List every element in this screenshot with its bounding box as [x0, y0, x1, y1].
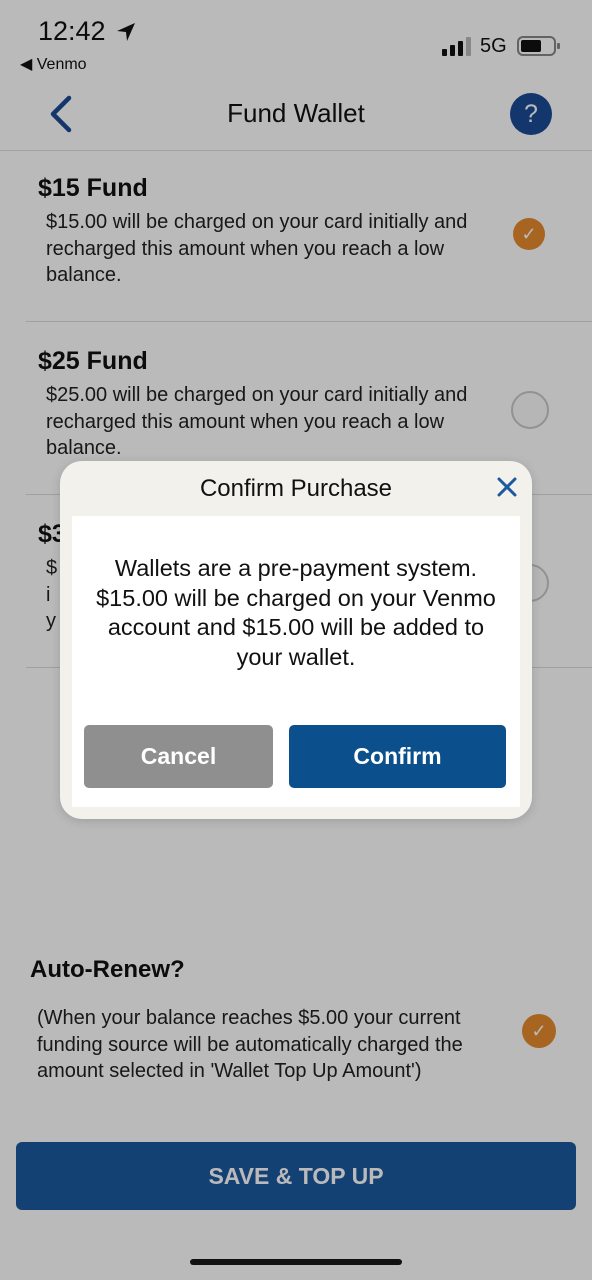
confirm-button[interactable]: Confirm — [289, 725, 506, 788]
home-indicator[interactable] — [190, 1259, 402, 1265]
dialog-message: Wallets are a pre-payment system. $15.00… — [96, 555, 496, 670]
dialog-title: Confirm Purchase — [199, 475, 393, 502]
close-icon[interactable] — [494, 474, 520, 500]
cancel-button[interactable]: Cancel — [84, 725, 273, 788]
